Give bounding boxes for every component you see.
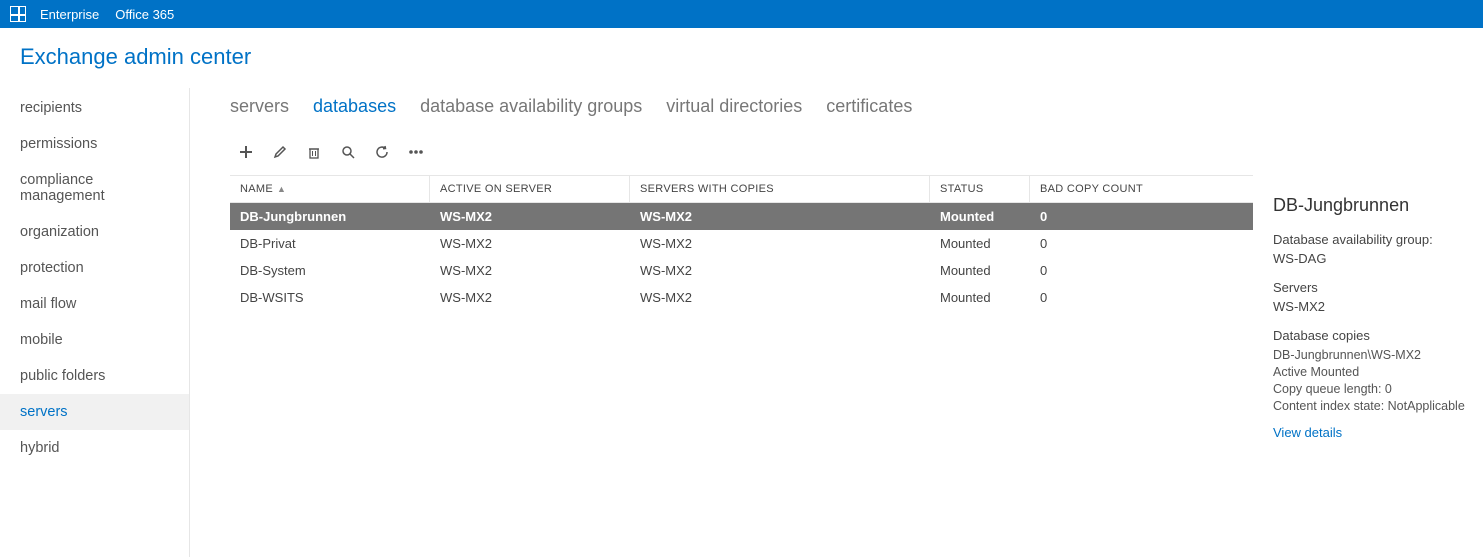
left-sidebar: recipientspermissionscompliance manageme… xyxy=(0,88,190,557)
table-row[interactable]: DB-WSITSWS-MX2WS-MX2Mounted0 xyxy=(230,284,1253,311)
sidebar-item-recipients[interactable]: recipients xyxy=(0,90,189,126)
sidebar-item-protection[interactable]: protection xyxy=(0,250,189,286)
sidebar-item-compliance-management[interactable]: compliance management xyxy=(0,162,189,214)
page-title: Exchange admin center xyxy=(0,28,1483,88)
sidebar-item-permissions[interactable]: permissions xyxy=(0,126,189,162)
cell-status: Mounted xyxy=(930,287,1030,308)
servers-value: WS-MX2 xyxy=(1273,299,1467,314)
copy-line-4: Content index state: NotApplicable xyxy=(1273,398,1467,415)
cell-active: WS-MX2 xyxy=(430,287,630,308)
cell-name: DB-System xyxy=(230,260,430,281)
copy-line-2: Active Mounted xyxy=(1273,364,1467,381)
tab-virtual-directories[interactable]: virtual directories xyxy=(666,96,802,117)
column-header-name[interactable]: NAME ▲ xyxy=(230,176,430,202)
cell-bad: 0 xyxy=(1030,206,1220,227)
cell-status: Mounted xyxy=(930,260,1030,281)
office365-link[interactable]: Office 365 xyxy=(115,7,174,22)
copy-line-1: DB-Jungbrunnen\WS-MX2 xyxy=(1273,347,1467,364)
column-header-name-label: NAME xyxy=(240,183,273,195)
toolbar xyxy=(230,137,1483,175)
refresh-button[interactable] xyxy=(374,145,390,161)
column-header-active[interactable]: ACTIVE ON SERVER xyxy=(430,176,630,202)
column-header-badcount[interactable]: BAD COPY COUNT xyxy=(1030,176,1220,202)
copy-line-3: Copy queue length: 0 xyxy=(1273,381,1467,398)
sidebar-item-public-folders[interactable]: public folders xyxy=(0,358,189,394)
pencil-icon xyxy=(273,145,287,162)
enterprise-link[interactable]: Enterprise xyxy=(40,7,99,22)
copies-value: DB-Jungbrunnen\WS-MX2 Active Mounted Cop… xyxy=(1273,347,1467,415)
sub-tabs: servers databases database availability gr… xyxy=(230,88,1483,137)
sidebar-item-organization[interactable]: organization xyxy=(0,214,189,250)
sidebar-item-mail-flow[interactable]: mail flow xyxy=(0,286,189,322)
table-row[interactable]: DB-PrivatWS-MX2WS-MX2Mounted0 xyxy=(230,230,1253,257)
view-details-link[interactable]: View details xyxy=(1273,425,1342,440)
sidebar-item-mobile[interactable]: mobile xyxy=(0,322,189,358)
refresh-icon xyxy=(375,145,389,162)
grid-body: DB-JungbrunnenWS-MX2WS-MX2Mounted0DB-Pri… xyxy=(230,203,1253,311)
cell-bad: 0 xyxy=(1030,233,1220,254)
dag-label: Database availability group: xyxy=(1273,232,1467,247)
details-pane: DB-Jungbrunnen Database availability gro… xyxy=(1253,175,1483,557)
cell-copies: WS-MX2 xyxy=(630,260,930,281)
servers-label: Servers xyxy=(1273,280,1467,295)
trash-icon xyxy=(307,145,321,162)
main-layout: recipientspermissionscompliance manageme… xyxy=(0,88,1483,557)
sort-asc-icon: ▲ xyxy=(277,184,286,194)
edit-button[interactable] xyxy=(272,145,288,161)
cell-bad: 0 xyxy=(1030,287,1220,308)
copies-label: Database copies xyxy=(1273,328,1467,343)
more-button[interactable] xyxy=(408,145,424,161)
tab-databases[interactable]: databases xyxy=(313,96,396,117)
tab-certificates[interactable]: certificates xyxy=(826,96,912,117)
office-logo-icon xyxy=(10,6,26,22)
add-button[interactable] xyxy=(238,145,254,161)
cell-name: DB-WSITS xyxy=(230,287,430,308)
plus-icon xyxy=(239,145,253,162)
sidebar-item-hybrid[interactable]: hybrid xyxy=(0,430,189,466)
top-nav-bar: Enterprise Office 365 xyxy=(0,0,1483,28)
column-header-status[interactable]: STATUS xyxy=(930,176,1030,202)
column-header-copies[interactable]: SERVERS WITH COPIES xyxy=(630,176,930,202)
sidebar-item-servers[interactable]: servers xyxy=(0,394,189,430)
delete-button[interactable] xyxy=(306,145,322,161)
databases-grid: NAME ▲ ACTIVE ON SERVER SERVERS WITH COP… xyxy=(230,175,1253,557)
search-button[interactable] xyxy=(340,145,356,161)
cell-active: WS-MX2 xyxy=(430,233,630,254)
table-row[interactable]: DB-SystemWS-MX2WS-MX2Mounted0 xyxy=(230,257,1253,284)
content-area: servers databases database availability gr… xyxy=(190,88,1483,557)
details-title: DB-Jungbrunnen xyxy=(1273,195,1467,216)
grid-header-row: NAME ▲ ACTIVE ON SERVER SERVERS WITH COP… xyxy=(230,175,1253,203)
tab-database-availability-groups[interactable]: database availability groups xyxy=(420,96,642,117)
ellipsis-icon xyxy=(408,145,424,162)
cell-status: Mounted xyxy=(930,233,1030,254)
dag-value: WS-DAG xyxy=(1273,251,1467,266)
cell-name: DB-Jungbrunnen xyxy=(230,206,430,227)
table-and-details: NAME ▲ ACTIVE ON SERVER SERVERS WITH COP… xyxy=(230,175,1483,557)
cell-name: DB-Privat xyxy=(230,233,430,254)
cell-bad: 0 xyxy=(1030,260,1220,281)
tab-servers[interactable]: servers xyxy=(230,96,289,117)
cell-active: WS-MX2 xyxy=(430,260,630,281)
cell-copies: WS-MX2 xyxy=(630,233,930,254)
cell-status: Mounted xyxy=(930,206,1030,227)
cell-copies: WS-MX2 xyxy=(630,287,930,308)
cell-active: WS-MX2 xyxy=(430,206,630,227)
search-icon xyxy=(341,145,355,162)
table-row[interactable]: DB-JungbrunnenWS-MX2WS-MX2Mounted0 xyxy=(230,203,1253,230)
cell-copies: WS-MX2 xyxy=(630,206,930,227)
